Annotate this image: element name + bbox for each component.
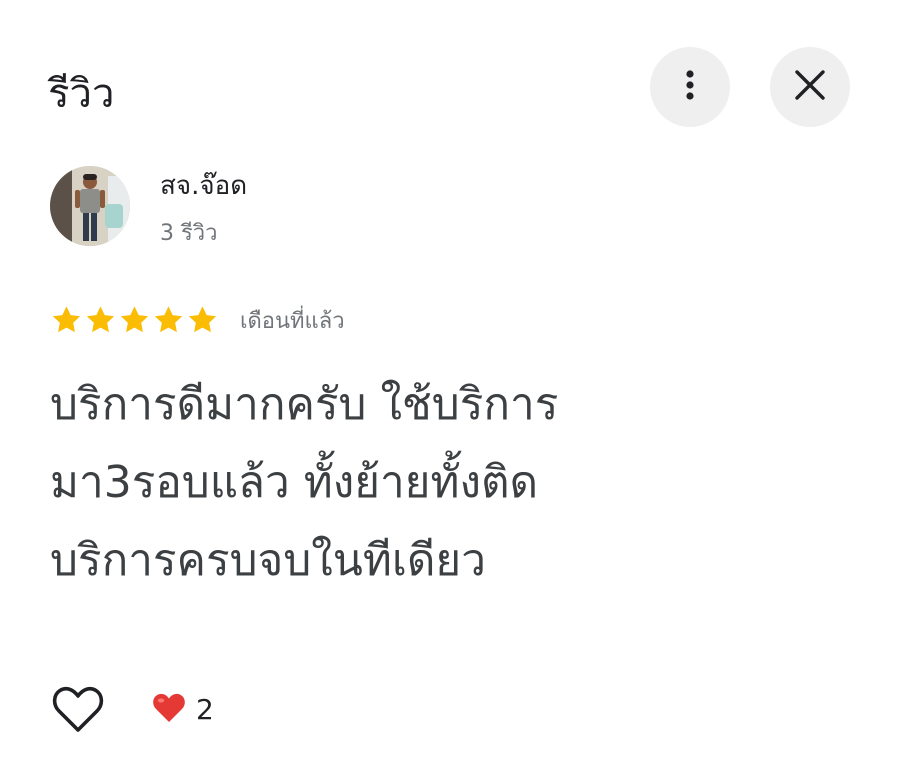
reaction-count: 2 — [196, 693, 214, 726]
review-date: เดือนที่แล้ว — [240, 309, 345, 334]
reviewer-review-count: 3 รีวิว — [160, 221, 218, 246]
review-text: บริการดีมากครับ ใช้บริการ มา3รอบแล้ว ทั้… — [50, 366, 850, 600]
star-icon — [152, 304, 185, 336]
reaction-summary[interactable]: 2 — [152, 692, 214, 728]
like-button[interactable] — [52, 686, 104, 734]
page-title: รีวิว — [48, 71, 115, 117]
star-icon — [50, 304, 83, 336]
reviewer-name[interactable]: สจ.จ๊อด — [160, 168, 247, 204]
review-text-line: บริการดีมากครับ ใช้บริการ — [50, 379, 559, 430]
more-options-button[interactable] — [650, 47, 730, 127]
reviewer-avatar[interactable] — [50, 166, 130, 246]
review-text-line: บริการครบจบในทีเดียว — [50, 535, 486, 586]
review-text-line: มา3รอบแล้ว ทั้งย้ายทั้งติด — [50, 457, 539, 508]
red-heart-icon — [152, 693, 186, 727]
star-rating — [50, 304, 219, 336]
star-icon — [118, 304, 151, 336]
more-vert-icon — [685, 69, 695, 105]
star-icon — [186, 304, 219, 336]
close-button[interactable] — [770, 47, 850, 127]
close-icon — [794, 69, 826, 105]
star-icon — [84, 304, 117, 336]
heart-outline-icon — [52, 686, 104, 738]
